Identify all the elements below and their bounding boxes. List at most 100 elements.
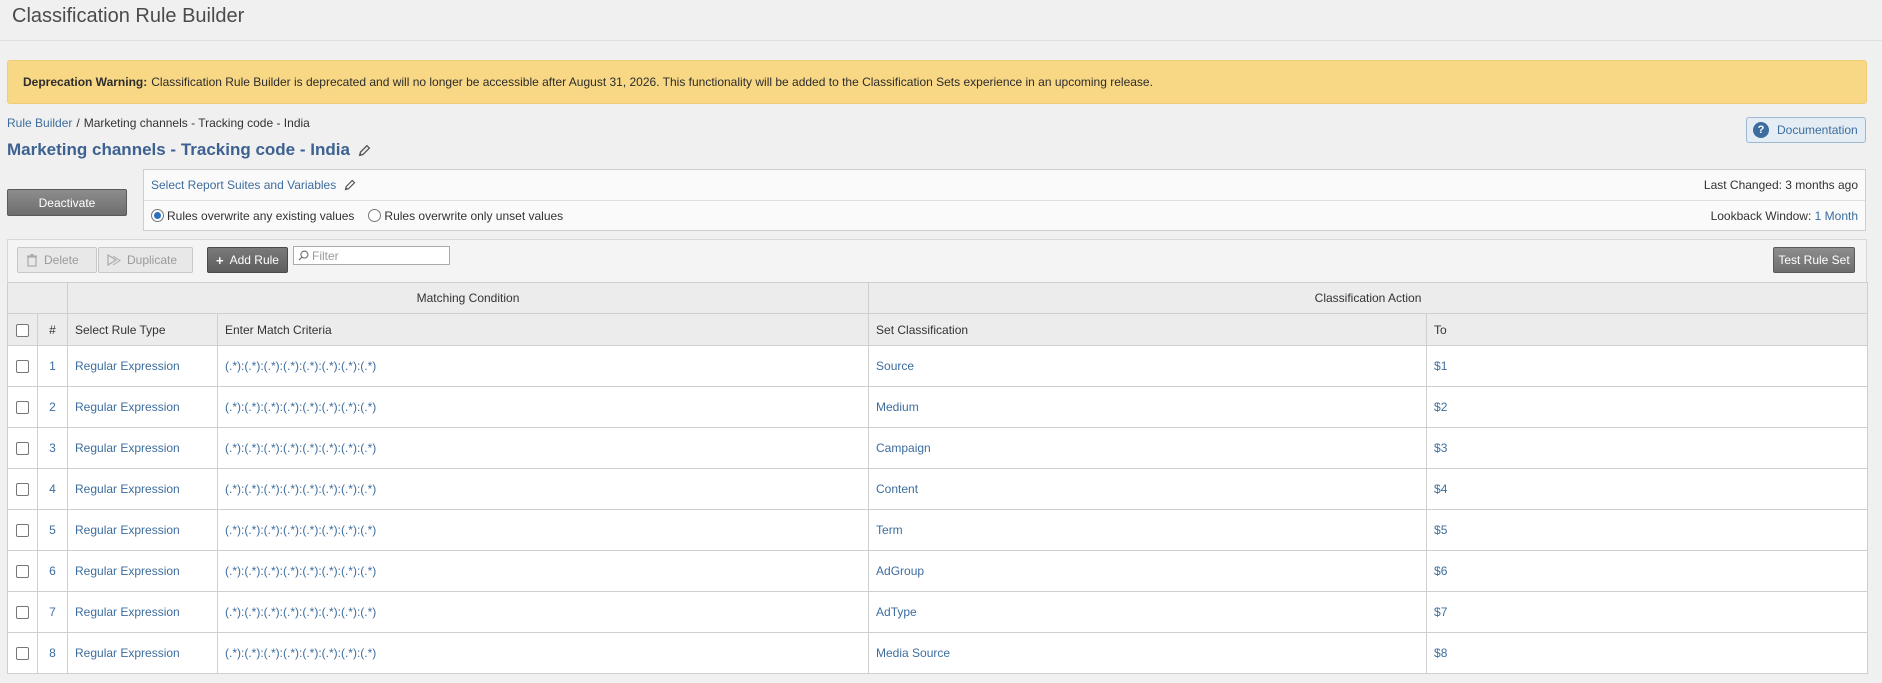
- set-classification-cell[interactable]: Source: [868, 345, 1428, 387]
- row-select-cell: [7, 591, 38, 633]
- rule-type-cell[interactable]: Regular Expression: [67, 591, 218, 633]
- duplicate-icon: [107, 253, 121, 266]
- rules-table: Matching Condition Classification Action…: [7, 282, 1869, 674]
- column-header-to: To: [1426, 313, 1869, 346]
- row-checkbox[interactable]: [16, 442, 29, 456]
- row-checkbox[interactable]: [16, 647, 29, 661]
- table-row[interactable]: 8 Regular Expression (.*):(.*):(.*):(.*)…: [7, 632, 1869, 674]
- row-checkbox[interactable]: [16, 360, 29, 374]
- column-header-set-classification: Set Classification: [868, 313, 1428, 346]
- table-row[interactable]: 5 Regular Expression (.*):(.*):(.*):(.*)…: [7, 509, 1869, 551]
- rule-type-cell[interactable]: Regular Expression: [67, 468, 218, 510]
- overwrite-existing-label: Rules overwrite any existing values: [167, 208, 355, 223]
- table-row[interactable]: 6 Regular Expression (.*):(.*):(.*):(.*)…: [7, 550, 1869, 592]
- row-select-cell: [7, 386, 38, 428]
- rule-settings-panel: Select Report Suites and Variables Last …: [143, 169, 1866, 231]
- column-header-match-criteria: Enter Match Criteria: [216, 313, 870, 346]
- to-cell[interactable]: $6: [1426, 550, 1869, 592]
- deactivate-button[interactable]: Deactivate: [7, 189, 127, 216]
- group-header-classification: Classification Action: [868, 282, 1869, 314]
- row-number: 1: [37, 345, 68, 387]
- group-header-spacer: [7, 282, 68, 314]
- rule-type-cell[interactable]: Regular Expression: [67, 345, 218, 387]
- table-group-header-row: Matching Condition Classification Action: [7, 282, 1869, 314]
- overwrite-unset-radio[interactable]: Rules overwrite only unset values: [368, 209, 563, 223]
- search-icon: [298, 250, 309, 261]
- row-checkbox[interactable]: [16, 401, 29, 415]
- warning-message: Classification Rule Builder is deprecate…: [151, 75, 1153, 89]
- table-header-row: # Select Rule Type Enter Match Criteria …: [7, 313, 1869, 346]
- match-criteria-cell[interactable]: (.*):(.*):(.*):(.*):(.*):(.*):(.*):(.*): [216, 632, 870, 674]
- row-number: 8: [37, 632, 68, 674]
- to-cell[interactable]: $1: [1426, 345, 1869, 387]
- match-criteria-cell[interactable]: (.*):(.*):(.*):(.*):(.*):(.*):(.*):(.*): [216, 591, 870, 633]
- match-criteria-cell[interactable]: (.*):(.*):(.*):(.*):(.*):(.*):(.*):(.*): [216, 550, 870, 592]
- page-header: Classification Rule Builder: [0, 0, 1882, 41]
- row-checkbox[interactable]: [16, 524, 29, 538]
- row-select-cell: [7, 509, 38, 551]
- rule-set-title-row: Marketing channels - Tracking code - Ind…: [7, 140, 371, 160]
- test-rule-set-button[interactable]: Test Rule Set: [1773, 247, 1855, 273]
- row-number: 2: [37, 386, 68, 428]
- edit-title-pencil-icon[interactable]: [358, 144, 371, 157]
- rule-type-cell[interactable]: Regular Expression: [67, 386, 218, 428]
- overwrite-existing-radio[interactable]: Rules overwrite any existing values: [151, 209, 354, 223]
- set-classification-cell[interactable]: Medium: [868, 386, 1428, 428]
- row-checkbox[interactable]: [16, 565, 29, 579]
- to-cell[interactable]: $8: [1426, 632, 1869, 674]
- add-rule-button[interactable]: + Add Rule: [207, 247, 288, 273]
- rule-type-cell[interactable]: Regular Expression: [67, 550, 218, 592]
- to-cell[interactable]: $7: [1426, 591, 1869, 633]
- match-criteria-cell[interactable]: (.*):(.*):(.*):(.*):(.*):(.*):(.*):(.*): [216, 345, 870, 387]
- set-classification-cell[interactable]: Content: [868, 468, 1428, 510]
- table-row[interactable]: 3 Regular Expression (.*):(.*):(.*):(.*)…: [7, 427, 1869, 469]
- match-criteria-cell[interactable]: (.*):(.*):(.*):(.*):(.*):(.*):(.*):(.*): [216, 386, 870, 428]
- set-classification-cell[interactable]: Campaign: [868, 427, 1428, 469]
- match-criteria-cell[interactable]: (.*):(.*):(.*):(.*):(.*):(.*):(.*):(.*): [216, 427, 870, 469]
- to-cell[interactable]: $3: [1426, 427, 1869, 469]
- breadcrumb-rule-builder-link[interactable]: Rule Builder: [7, 116, 72, 130]
- row-number: 5: [37, 509, 68, 551]
- rule-type-cell[interactable]: Regular Expression: [67, 427, 218, 469]
- settings-row-overwrite: Rules overwrite any existing values Rule…: [144, 200, 1865, 230]
- duplicate-button[interactable]: Duplicate: [98, 247, 193, 273]
- to-cell[interactable]: $4: [1426, 468, 1869, 510]
- table-row[interactable]: 4 Regular Expression (.*):(.*):(.*):(.*)…: [7, 468, 1869, 510]
- column-header-num: #: [37, 313, 68, 346]
- select-all-checkbox[interactable]: [16, 323, 29, 337]
- to-cell[interactable]: $5: [1426, 509, 1869, 551]
- column-header-rule-type: Select Rule Type: [67, 313, 218, 346]
- row-select-cell: [7, 468, 38, 510]
- table-row[interactable]: 1 Regular Expression (.*):(.*):(.*):(.*)…: [7, 345, 1869, 387]
- rule-type-cell[interactable]: Regular Expression: [67, 632, 218, 674]
- match-criteria-cell[interactable]: (.*):(.*):(.*):(.*):(.*):(.*):(.*):(.*): [216, 509, 870, 551]
- last-changed-text: Last Changed: 3 months ago: [1703, 178, 1858, 192]
- match-criteria-cell[interactable]: (.*):(.*):(.*):(.*):(.*):(.*):(.*):(.*): [216, 468, 870, 510]
- filter-input[interactable]: [309, 248, 439, 263]
- page-title: Classification Rule Builder: [12, 5, 245, 27]
- edit-report-suites-pencil-icon[interactable]: [344, 179, 356, 191]
- rules-toolbar: Delete Duplicate + Add Rule Test Rule Se…: [7, 239, 1867, 282]
- table-row[interactable]: 2 Regular Expression (.*):(.*):(.*):(.*)…: [7, 386, 1869, 428]
- filter-field[interactable]: [293, 246, 450, 265]
- row-checkbox[interactable]: [16, 606, 29, 620]
- set-classification-cell[interactable]: AdType: [868, 591, 1428, 633]
- delete-button[interactable]: Delete: [17, 247, 97, 273]
- deprecation-warning: Deprecation Warning: Classification Rule…: [7, 60, 1867, 104]
- documentation-button[interactable]: ? Documentation: [1746, 117, 1866, 143]
- row-checkbox[interactable]: [16, 483, 29, 497]
- set-classification-cell[interactable]: Media Source: [868, 632, 1428, 674]
- table-row[interactable]: 7 Regular Expression (.*):(.*):(.*):(.*)…: [7, 591, 1869, 633]
- help-icon: ?: [1753, 122, 1769, 138]
- documentation-label: Documentation: [1777, 123, 1858, 137]
- to-cell[interactable]: $2: [1426, 386, 1869, 428]
- set-classification-cell[interactable]: Term: [868, 509, 1428, 551]
- row-select-cell: [7, 427, 38, 469]
- breadcrumb: Rule Builder / Marketing channels - Tracki…: [7, 116, 310, 130]
- rule-type-cell[interactable]: Regular Expression: [67, 509, 218, 551]
- lookback-value-link[interactable]: 1 Month: [1815, 209, 1858, 223]
- radio-unselected-indicator[interactable]: [368, 209, 382, 222]
- select-report-suites-link[interactable]: Select Report Suites and Variables: [151, 178, 336, 192]
- set-classification-cell[interactable]: AdGroup: [868, 550, 1428, 592]
- radio-selected-indicator[interactable]: [151, 209, 164, 222]
